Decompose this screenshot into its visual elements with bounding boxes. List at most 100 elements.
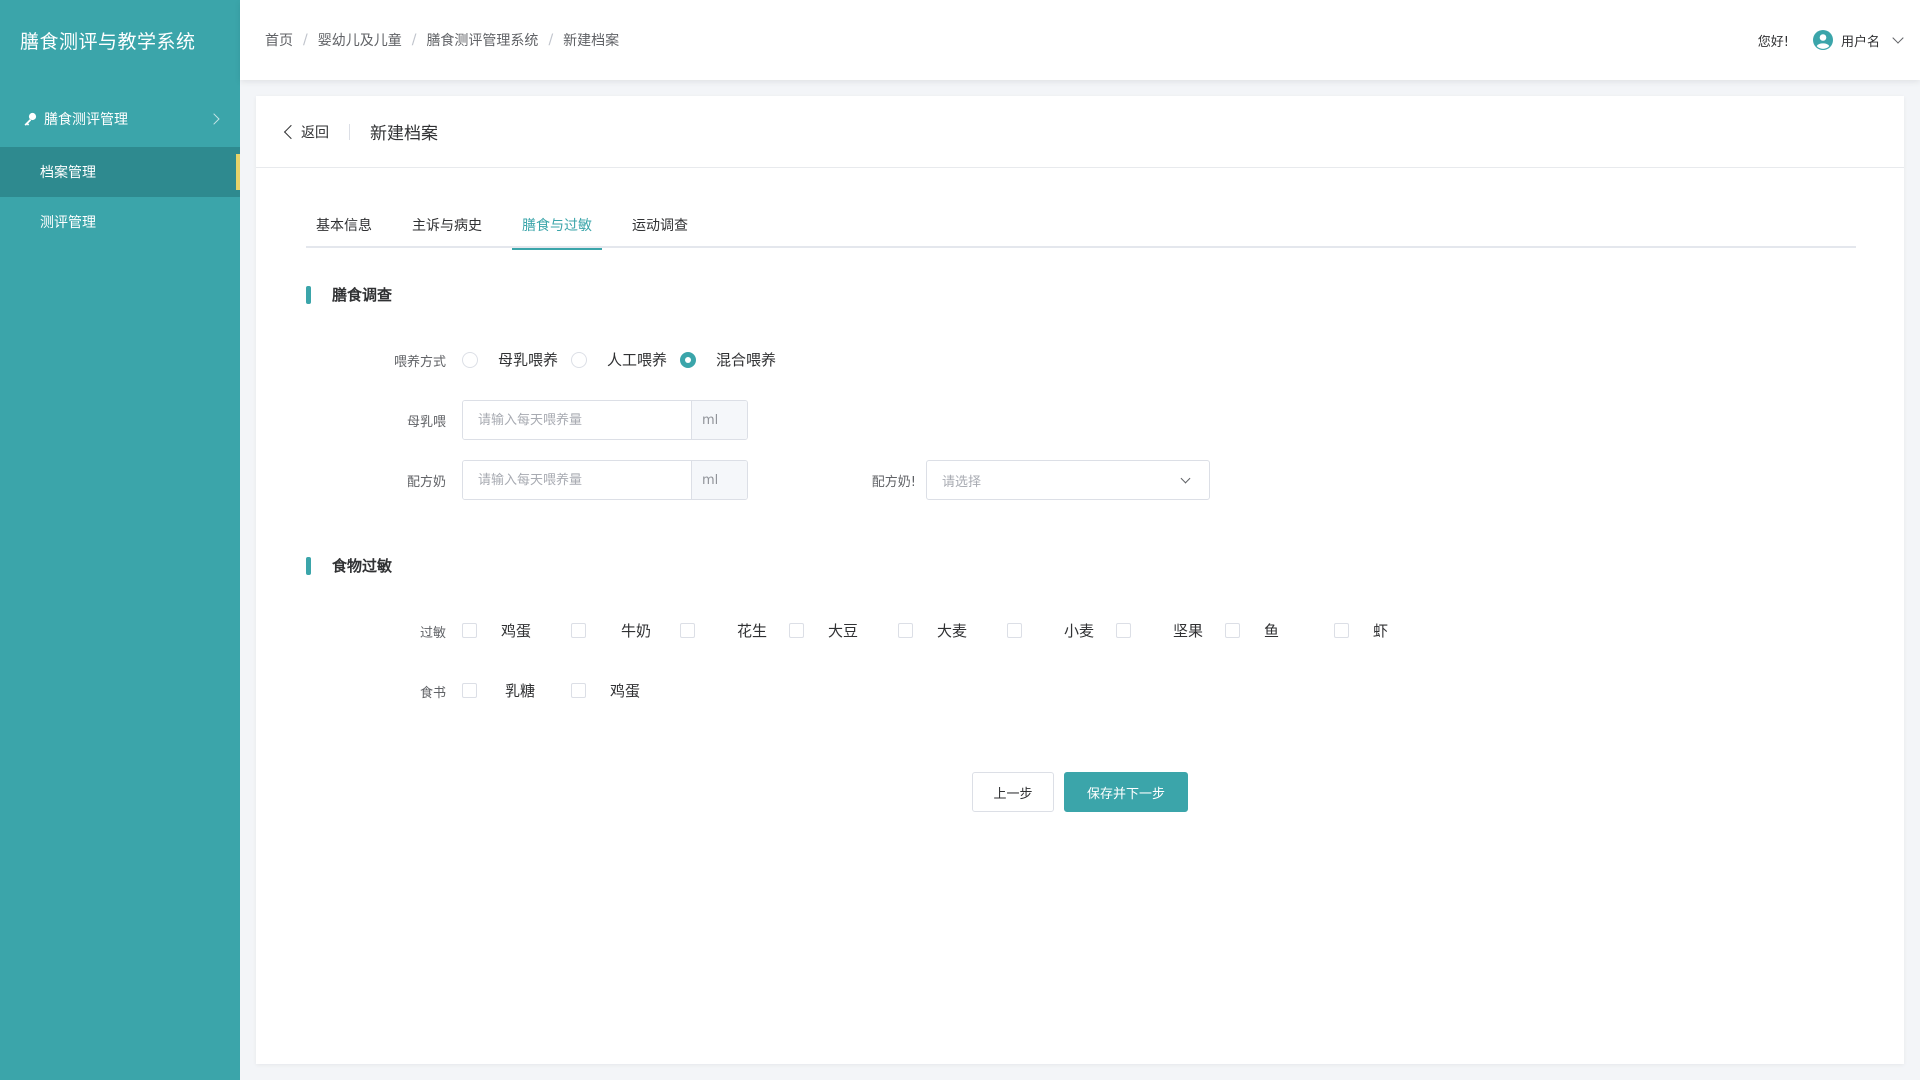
save-and-next-button[interactable]: 保存并下一步 [1064,772,1188,812]
checkbox-label: 花生 [737,622,768,640]
breast-milk-label: 母乳喂 [406,415,446,430]
sidebar-item-label: 档案管理 [40,165,96,181]
sidebar-item-assessments[interactable]: 测评管理 [0,197,240,247]
allergy-checkbox-8[interactable]: 虾 [1334,620,1388,641]
formula-type-label: 配方奶! [871,475,916,490]
chevron-right-icon [208,113,220,125]
checkbox-box[interactable] [1007,623,1022,638]
allergy-checkbox-7[interactable]: 鱼 [1225,620,1279,641]
checkbox-box[interactable] [789,623,804,638]
user-menu[interactable]: 您好! 用户名 [1757,0,1904,80]
select-placeholder: 请选择 [942,474,982,490]
checkbox-box[interactable] [571,623,586,638]
radio-label: 母乳喂养 [498,351,559,369]
radio-label: 混合喂养 [716,351,777,369]
section-marker [306,285,311,304]
allergy-checkbox-5[interactable]: 小麦 [1007,620,1094,641]
checkbox-box[interactable] [1334,623,1349,638]
checkbox-label: 乳糖 [505,682,536,700]
tab-bar: 基本信息 主诉与病史 膳食与过敏 运动调查 [306,216,1856,250]
checkbox-label: 虾 [1373,622,1389,640]
tab-exercise-survey[interactable]: 运动调查 [622,216,698,248]
radio-breast-feeding[interactable]: 母乳喂养 [462,349,558,370]
checkbox-box[interactable] [1225,623,1240,638]
breadcrumb-children[interactable]: 婴幼儿及儿童 [318,30,402,50]
checkbox-label: 鸡蛋 [610,682,641,700]
checkbox-label: 大麦 [937,622,968,640]
sidebar-item-records[interactable]: 档案管理 [0,147,240,197]
breast-milk-input-group: ml [462,400,748,440]
top-header: 首页 / 婴幼儿及儿童 / 膳食测评管理系统 / 新建档案 您好! 用户名 [240,0,1920,80]
username: 用户名 [1840,34,1880,50]
main-card: 返回 新建档案 基本信息 主诉与病史 膳食与过敏 运动调查 膳食调查 喂养方式 … [256,96,1904,1064]
chevron-left-icon [283,124,299,139]
breadcrumb-home[interactable]: 首页 [265,30,293,50]
radio-formula-feeding[interactable]: 人工喂养 [571,349,667,370]
tab-diet-allergy[interactable]: 膳食与过敏 [512,216,602,250]
tab-basic-info[interactable]: 基本信息 [306,216,382,248]
section-title-text: 食物过敏 [332,557,393,575]
allergy-checkbox-4[interactable]: 大麦 [898,620,967,641]
greeting: 您好! [1757,34,1789,50]
radio-circle[interactable] [571,351,587,368]
breadcrumb-separator: / [411,32,417,48]
section-title-text: 膳食调查 [332,286,393,304]
user-avatar-icon [1812,30,1833,50]
radio-circle[interactable] [462,351,478,368]
formula-label: 配方奶 [406,475,446,490]
checkbox-box[interactable] [571,683,586,698]
allergy-checkbox-1[interactable]: 牛奶 [571,620,651,641]
checkbox-box[interactable] [462,623,477,638]
tab-complaint-history[interactable]: 主诉与病史 [402,216,492,248]
sidebar-item-label: 测评管理 [40,215,96,231]
checkbox-label: 鸡蛋 [501,622,532,640]
allergy-checkbox-6[interactable]: 坚果 [1116,620,1203,641]
radio-circle[interactable] [680,351,696,368]
breadcrumb-separator: / [548,32,554,48]
radio-label: 人工喂养 [607,351,668,369]
intolerance-checkbox-0[interactable]: 乳糖 [462,680,535,701]
sidebar-group-diet-assessment[interactable]: 膳食测评管理 [0,91,240,147]
checkbox-label: 大豆 [828,622,859,640]
checkbox-box[interactable] [680,623,695,638]
sidebar-group-label: 膳食测评管理 [44,112,128,128]
breadcrumb-separator: / [303,32,308,48]
formula-type-select[interactable]: 请选择 [926,460,1210,500]
allergy-checkbox-3[interactable]: 大豆 [789,620,858,641]
app-title: 膳食测评与教学系统 [20,30,196,53]
checkbox-label: 鱼 [1264,622,1280,640]
back-button[interactable]: 返回 [283,122,329,142]
breadcrumb-current: 新建档案 [563,33,620,49]
section-title-allergy: 食物过敏 [306,555,392,576]
checkbox-label: 小麦 [1064,622,1095,640]
checkbox-box[interactable] [462,683,477,698]
breadcrumb-system[interactable]: 膳食测评管理系统 [426,30,538,50]
allergy-checkbox-2[interactable]: 花生 [680,620,767,641]
page-title: 新建档案 [370,124,438,144]
header-divider [349,123,350,140]
intolerance-checkbox-1[interactable]: 鸡蛋 [571,680,640,701]
key-icon [22,111,38,127]
formula-input-group: ml [462,460,748,500]
allergy-label: 过敏 [419,626,446,641]
checkbox-box[interactable] [898,623,913,638]
unit-append: ml [691,461,747,499]
card-header: 返回 新建档案 [256,96,1904,168]
intolerance-label: 食书 [419,686,446,701]
chevron-down-icon [1892,32,1904,44]
checkbox-box[interactable] [1116,623,1131,638]
chevron-down-icon [1180,473,1191,484]
section-marker [306,556,311,575]
back-label: 返回 [301,124,329,141]
breadcrumb: 首页 / 婴幼儿及儿童 / 膳食测评管理系统 / 新建档案 [265,30,619,50]
checkbox-label: 牛奶 [621,622,652,640]
checkbox-label: 坚果 [1173,622,1204,640]
sidebar: 膳食测评与教学系统 膳食测评管理 档案管理 测评管理 [0,0,240,1080]
unit-append: ml [691,401,747,439]
allergy-checkbox-0[interactable]: 鸡蛋 [462,620,531,641]
feeding-method-label: 喂养方式 [393,355,446,370]
formula-amount-input[interactable] [463,461,691,499]
radio-mixed-feeding[interactable]: 混合喂养 [680,349,776,370]
prev-step-button[interactable]: 上一步 [972,772,1054,812]
breast-milk-amount-input[interactable] [463,401,691,439]
